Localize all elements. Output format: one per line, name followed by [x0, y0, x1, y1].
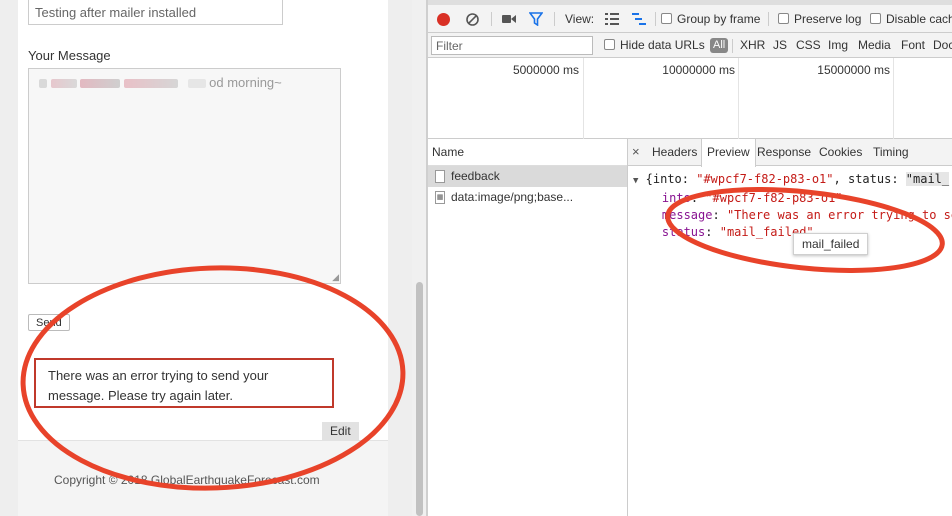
timeline-label: 15000000 ms [817, 63, 890, 77]
edit-button[interactable]: Edit [322, 422, 359, 440]
redacted-text [39, 79, 47, 89]
request-row-data-image[interactable]: ▦ data:image/png;base... [428, 187, 627, 208]
tooltip: mail_failed [793, 233, 869, 255]
json-summary-status: "mail_ [905, 172, 950, 186]
preserve-log-checkbox[interactable]: Preserve log [778, 5, 861, 33]
json-key: status [661, 225, 706, 239]
redacted-text [187, 79, 206, 89]
network-overview-timeline[interactable]: 5000000 ms 10000000 ms 15000000 ms [428, 58, 952, 139]
checkbox-icon[interactable] [661, 13, 672, 24]
document-icon [435, 170, 445, 183]
redacted-text [80, 79, 121, 89]
scrollbar-thumb[interactable] [416, 282, 423, 516]
video-camera-icon[interactable] [502, 14, 516, 24]
json-summary: , status: [833, 172, 906, 186]
filter-type-css[interactable]: CSS [796, 33, 821, 58]
filter-icon[interactable] [529, 12, 543, 26]
network-filter-bar: Hide data URLs All XHR JS CSS Img Media … [428, 33, 952, 58]
tab-headers[interactable]: Headers [652, 139, 697, 166]
preserve-log-label: Preserve log [794, 12, 862, 26]
json-row-message[interactable]: message: "There was an error trying to s… [633, 207, 952, 224]
request-detail-pane: × Headers Preview Response Cookies Timin… [628, 139, 952, 516]
redacted-text [123, 79, 178, 89]
message-visible-text: od morning~ [209, 75, 282, 90]
message-text: od morning~ [39, 75, 282, 90]
toolbar-separator [554, 12, 555, 26]
hide-data-urls-checkbox[interactable]: Hide data URLs [604, 33, 705, 58]
redacted-text [50, 79, 77, 89]
large-rows-icon[interactable] [605, 13, 619, 25]
tab-timing[interactable]: Timing [873, 139, 909, 166]
page-scrollbar[interactable] [412, 0, 426, 516]
timeline-gridline [738, 58, 739, 139]
timeline-gridline [583, 58, 584, 139]
request-name: feedback [451, 169, 500, 183]
web-page-panel: Your Message od morning~ ◢ Send There wa… [0, 0, 412, 516]
send-button[interactable]: Send [28, 314, 70, 331]
filter-type-xhr[interactable]: XHR [740, 33, 765, 58]
toolbar-separator [655, 12, 656, 26]
json-row-into[interactable]: into: "#wpcf7-f82-p83-o1" [633, 190, 952, 207]
view-label: View: [565, 12, 595, 26]
group-by-frame-checkbox[interactable]: Group by frame [661, 5, 760, 33]
request-name: data:image/png;base... [451, 190, 574, 204]
timeline-gridline [893, 58, 894, 139]
close-icon[interactable]: × [632, 139, 640, 166]
copyright-text: Copyright © 2018 GlobalEarthquakeForecas… [54, 473, 320, 487]
request-row-feedback[interactable]: feedback [428, 166, 627, 187]
overview-icon[interactable] [632, 13, 646, 25]
json-summary-into: "#wpcf7-f82-p83-o1" [696, 172, 834, 186]
tab-cookies[interactable]: Cookies [819, 139, 862, 166]
error-message-box: There was an error trying to send your m… [34, 358, 334, 408]
toolbar-separator [768, 12, 769, 26]
json-preview: ▼ {into: "#wpcf7-f82-p83-o1", status: "m… [633, 171, 952, 241]
checkbox-icon[interactable] [778, 13, 789, 24]
json-key: message [661, 208, 713, 222]
tab-preview[interactable]: Preview [701, 139, 756, 167]
json-value: "There was an error trying to se [726, 208, 952, 222]
message-label: Your Message [28, 48, 111, 63]
disable-cache-label: Disable cach [886, 12, 952, 26]
group-by-frame-label: Group by frame [677, 12, 761, 26]
devtools-panel: View: Group by frame Preserve log Disabl… [428, 0, 952, 516]
clear-icon[interactable] [466, 13, 479, 26]
filter-type-all[interactable]: All [710, 38, 729, 53]
checkbox-icon[interactable] [870, 13, 881, 24]
json-key: into [661, 191, 691, 205]
filter-input[interactable] [431, 36, 593, 55]
timeline-label: 5000000 ms [512, 63, 579, 77]
detail-tabs: × Headers Preview Response Cookies Timin… [628, 139, 952, 167]
toolbar-separator [732, 39, 733, 53]
timeline-label: 10000000 ms [662, 63, 735, 77]
image-icon: ▦ [435, 191, 445, 204]
subject-field[interactable] [28, 0, 283, 25]
checkbox-icon[interactable] [604, 39, 615, 50]
filter-type-font[interactable]: Font [901, 33, 925, 58]
filter-type-img[interactable]: Img [828, 33, 848, 58]
footer-divider [18, 440, 388, 441]
message-textarea[interactable]: od morning~ ◢ [28, 68, 341, 284]
filter-type-media[interactable]: Media [858, 33, 891, 58]
filter-type-doc[interactable]: Doc [933, 33, 952, 58]
record-icon[interactable] [437, 13, 450, 26]
json-root-row[interactable]: ▼ {into: "#wpcf7-f82-p83-o1", status: "m… [633, 171, 952, 190]
expand-triangle-icon[interactable]: ▼ [633, 176, 638, 186]
json-value: "#wpcf7-f82-p83-o1" [705, 191, 843, 205]
hide-data-urls-label: Hide data URLs [620, 38, 705, 52]
request-list: Name feedback ▦ data:image/png;base... [428, 139, 628, 516]
name-column-header[interactable]: Name [428, 139, 627, 166]
filter-type-js[interactable]: JS [773, 33, 787, 58]
tab-response[interactable]: Response [757, 139, 811, 166]
resize-grip-icon[interactable]: ◢ [330, 273, 339, 282]
json-summary: {into: [645, 172, 697, 186]
disable-cache-checkbox[interactable]: Disable cach [870, 5, 952, 33]
toolbar-separator [491, 12, 492, 26]
network-toolbar: View: Group by frame Preserve log Disabl… [428, 5, 952, 33]
